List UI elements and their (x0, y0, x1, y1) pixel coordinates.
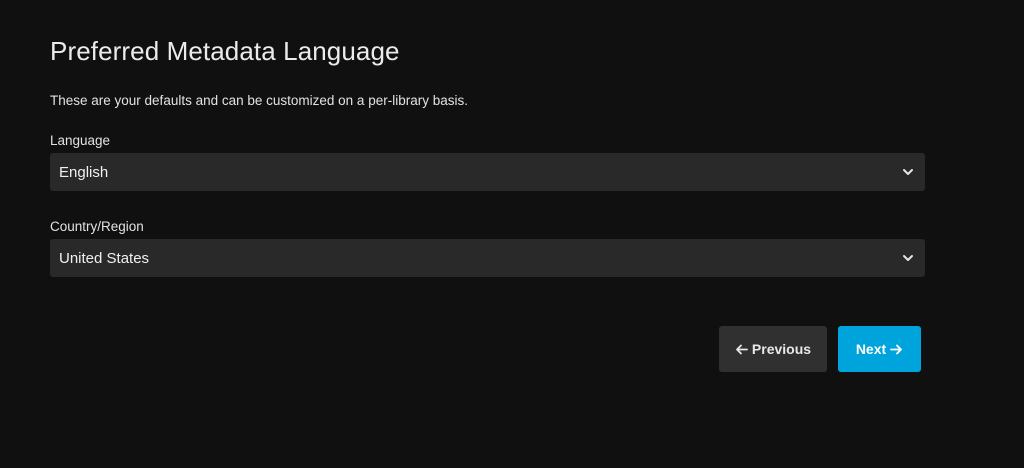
language-label: Language (50, 133, 111, 148)
page-title: Preferred Metadata Language (50, 36, 400, 66)
language-select[interactable]: English (50, 153, 925, 191)
previous-button[interactable]: Previous (719, 326, 827, 372)
next-button[interactable]: Next (838, 326, 921, 372)
arrow-left-icon (736, 344, 748, 354)
page-description: These are your defaults and can be custo… (50, 93, 468, 108)
previous-button-label: Previous (751, 341, 812, 357)
arrow-right-icon (890, 344, 903, 354)
country-value: United States (59, 249, 150, 267)
chevron-down-icon (903, 255, 913, 261)
next-button-label: Next (855, 341, 887, 357)
country-select[interactable]: United States (50, 239, 925, 277)
language-value: English (59, 163, 109, 181)
wizard-page: Preferred Metadata Language These are yo… (0, 0, 1024, 468)
country-label: Country/Region (50, 219, 144, 234)
chevron-down-icon (903, 169, 913, 175)
